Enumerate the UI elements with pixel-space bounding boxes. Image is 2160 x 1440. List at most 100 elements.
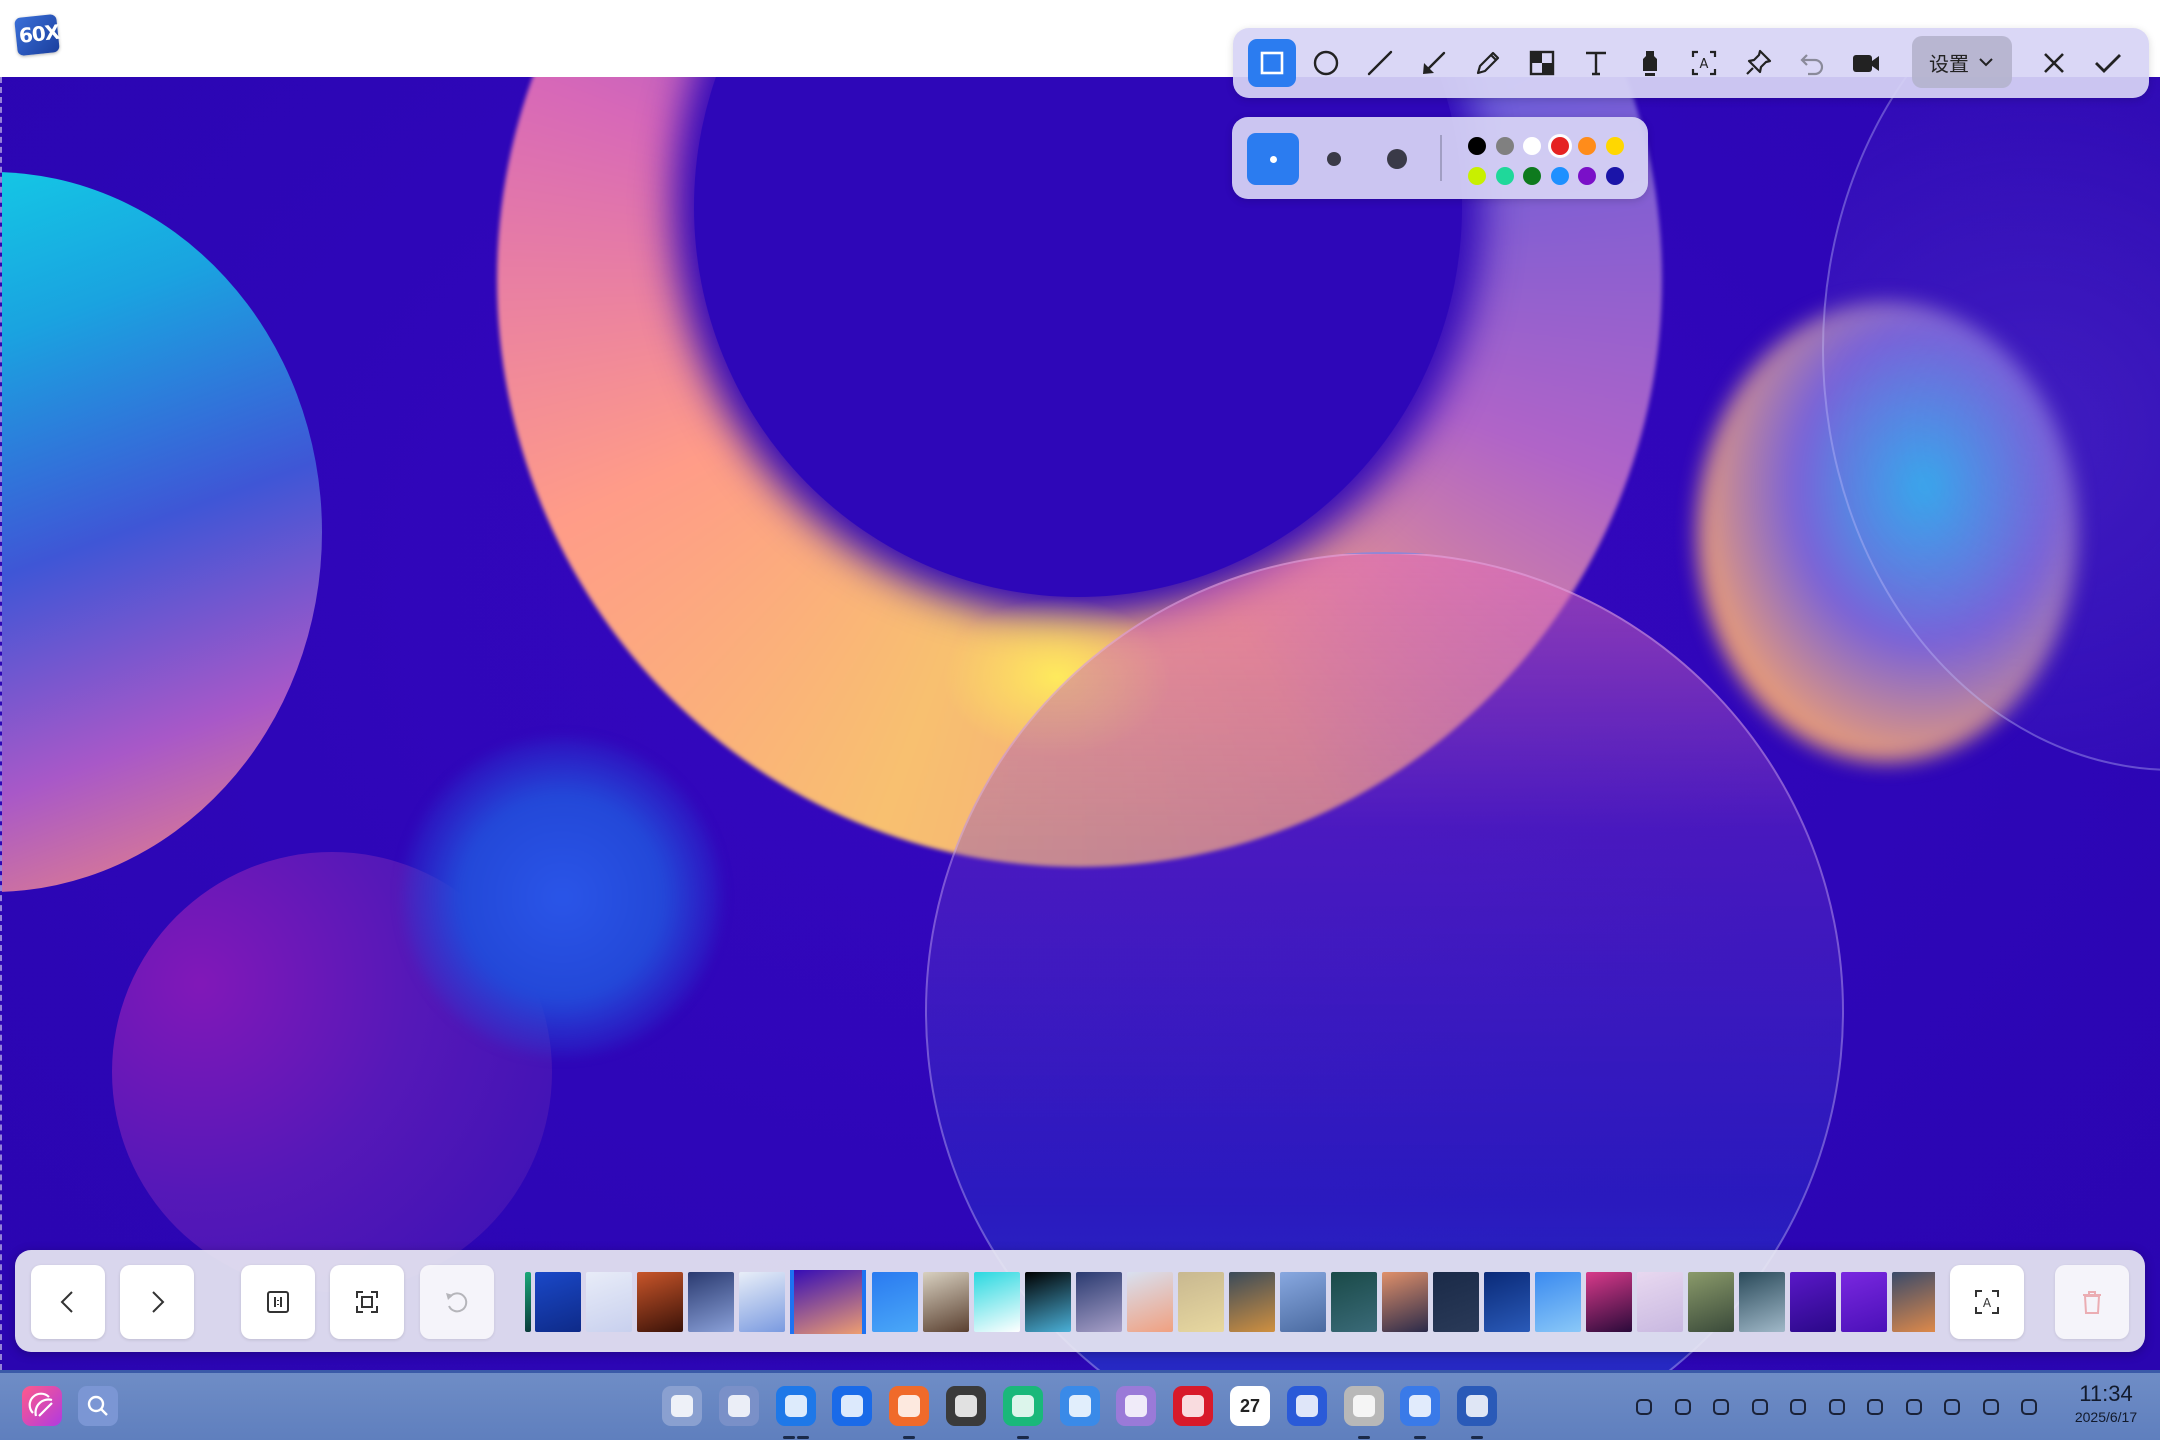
thumbnail-current[interactable]	[790, 1270, 866, 1334]
thumbnail[interactable]	[1790, 1272, 1836, 1332]
size-small-dot	[1269, 155, 1277, 163]
music-app[interactable]	[1002, 1386, 1043, 1426]
rectangle-tool[interactable]	[1248, 39, 1296, 87]
thumbnail[interactable]	[1484, 1272, 1530, 1332]
line-icon	[1367, 50, 1393, 76]
calculator-app[interactable]	[1286, 1386, 1327, 1426]
thumbnail[interactable]	[1229, 1272, 1275, 1332]
thumbnail[interactable]	[637, 1272, 683, 1332]
size-small-button[interactable]	[1247, 133, 1299, 185]
chevron-up-icon[interactable]	[1630, 1393, 1658, 1421]
app-store-app[interactable]	[889, 1386, 930, 1426]
grid-icon	[671, 1395, 693, 1417]
original-size-button[interactable]	[241, 1265, 315, 1339]
volume-icon[interactable]	[1977, 1393, 2005, 1421]
thumbnail[interactable]	[1025, 1272, 1071, 1332]
screen-capture-icon[interactable]	[1900, 1393, 1928, 1421]
thumbnail[interactable]	[739, 1272, 785, 1332]
browser-app[interactable]	[832, 1386, 873, 1426]
color-swatch[interactable]	[1605, 167, 1624, 185]
bluetooth-icon[interactable]	[1707, 1393, 1735, 1421]
delete-button[interactable]	[2055, 1265, 2129, 1339]
play-icon[interactable]	[1823, 1393, 1851, 1421]
thumbnail[interactable]	[1178, 1272, 1224, 1332]
thumbnail[interactable]	[974, 1272, 1020, 1332]
thumbnail-strip[interactable]	[525, 1270, 1935, 1334]
thumbnail[interactable]	[1688, 1272, 1734, 1332]
color-swatch[interactable]	[1550, 137, 1569, 155]
settings-app[interactable]	[946, 1386, 986, 1426]
clock[interactable]: 11:34 2025/6/17	[2060, 1381, 2152, 1427]
text-editor-app[interactable]	[1343, 1386, 1384, 1426]
close-button[interactable]	[2030, 39, 2078, 87]
thumbnail[interactable]	[923, 1272, 969, 1332]
ocr-button[interactable]: A	[1950, 1265, 2024, 1339]
settings-dropdown[interactable]: 设置	[1912, 36, 2012, 88]
search-button[interactable]	[78, 1386, 118, 1426]
thumbnail[interactable]	[525, 1272, 531, 1332]
thumbnail[interactable]	[1892, 1272, 1935, 1332]
thumbnail[interactable]	[1433, 1272, 1479, 1332]
line-tool[interactable]	[1356, 39, 1404, 87]
thumbnail[interactable]	[1076, 1272, 1122, 1332]
battery-icon[interactable]	[1746, 1393, 1774, 1421]
next-button[interactable]	[120, 1265, 194, 1339]
app-store-alt-app[interactable]	[718, 1386, 759, 1426]
keyboard-icon[interactable]	[1669, 1393, 1697, 1421]
wifi-icon[interactable]	[1938, 1393, 1966, 1421]
color-swatch[interactable]	[1468, 137, 1486, 155]
color-swatch[interactable]	[1578, 137, 1596, 155]
toggle-icon[interactable]	[2015, 1393, 2043, 1421]
file-manager-app[interactable]	[775, 1386, 816, 1426]
color-swatch[interactable]	[1495, 137, 1514, 155]
thumbnail[interactable]	[1535, 1272, 1581, 1332]
record-icon[interactable]	[1861, 1393, 1889, 1421]
quotes-app[interactable]	[1059, 1386, 1100, 1426]
undo-tool[interactable]	[1788, 39, 1836, 87]
rotate-icon	[446, 1292, 468, 1313]
image-viewer-app[interactable]	[1457, 1386, 1498, 1426]
highlighter-tool[interactable]	[1626, 39, 1674, 87]
text-tool[interactable]	[1572, 39, 1620, 87]
screenshot-app[interactable]	[1400, 1386, 1441, 1426]
thumbnail[interactable]	[1637, 1272, 1683, 1332]
previous-button[interactable]	[31, 1265, 105, 1339]
thumbnail[interactable]	[1280, 1272, 1326, 1332]
arrow-tool[interactable]	[1410, 39, 1458, 87]
calendar-app[interactable]: 27	[1230, 1386, 1270, 1426]
thumbnail[interactable]	[1127, 1272, 1173, 1332]
fit-window-button[interactable]	[330, 1265, 404, 1339]
size-medium-button[interactable]	[1308, 133, 1360, 185]
confirm-button[interactable]	[2084, 39, 2132, 87]
thumbnail[interactable]	[688, 1272, 734, 1332]
color-swatch[interactable]	[1550, 167, 1569, 185]
thumbnail[interactable]	[535, 1272, 581, 1332]
color-swatch[interactable]	[1605, 137, 1624, 155]
thumbnail[interactable]	[1382, 1272, 1428, 1332]
color-swatch[interactable]	[1495, 167, 1514, 185]
thumbnail[interactable]	[872, 1272, 918, 1332]
launcher-icon	[28, 1392, 53, 1417]
thumbnail[interactable]	[1331, 1272, 1377, 1332]
launcher-button[interactable]	[22, 1386, 62, 1426]
pencil-tool[interactable]	[1464, 39, 1512, 87]
thumbnail[interactable]	[586, 1272, 632, 1332]
mail-app[interactable]	[1116, 1386, 1157, 1426]
mosaic-tool[interactable]	[1518, 39, 1566, 87]
rotate-button[interactable]	[420, 1265, 494, 1339]
size-large-button[interactable]	[1371, 133, 1423, 185]
color-swatch[interactable]	[1523, 167, 1541, 185]
terminal-app[interactable]	[1173, 1386, 1214, 1426]
thumbnail[interactable]	[1739, 1272, 1785, 1332]
record-tool[interactable]	[1842, 39, 1890, 87]
power-icon[interactable]	[1784, 1393, 1812, 1421]
pin-tool[interactable]	[1734, 39, 1782, 87]
color-swatch[interactable]	[1468, 167, 1486, 185]
ellipse-tool[interactable]	[1302, 39, 1350, 87]
multitasking-app[interactable]	[662, 1386, 702, 1426]
thumbnail[interactable]	[1841, 1272, 1887, 1332]
ocr-tool[interactable]: A	[1680, 39, 1728, 87]
color-swatch[interactable]	[1523, 137, 1541, 155]
thumbnail[interactable]	[1586, 1272, 1632, 1332]
color-swatch[interactable]	[1578, 167, 1596, 185]
